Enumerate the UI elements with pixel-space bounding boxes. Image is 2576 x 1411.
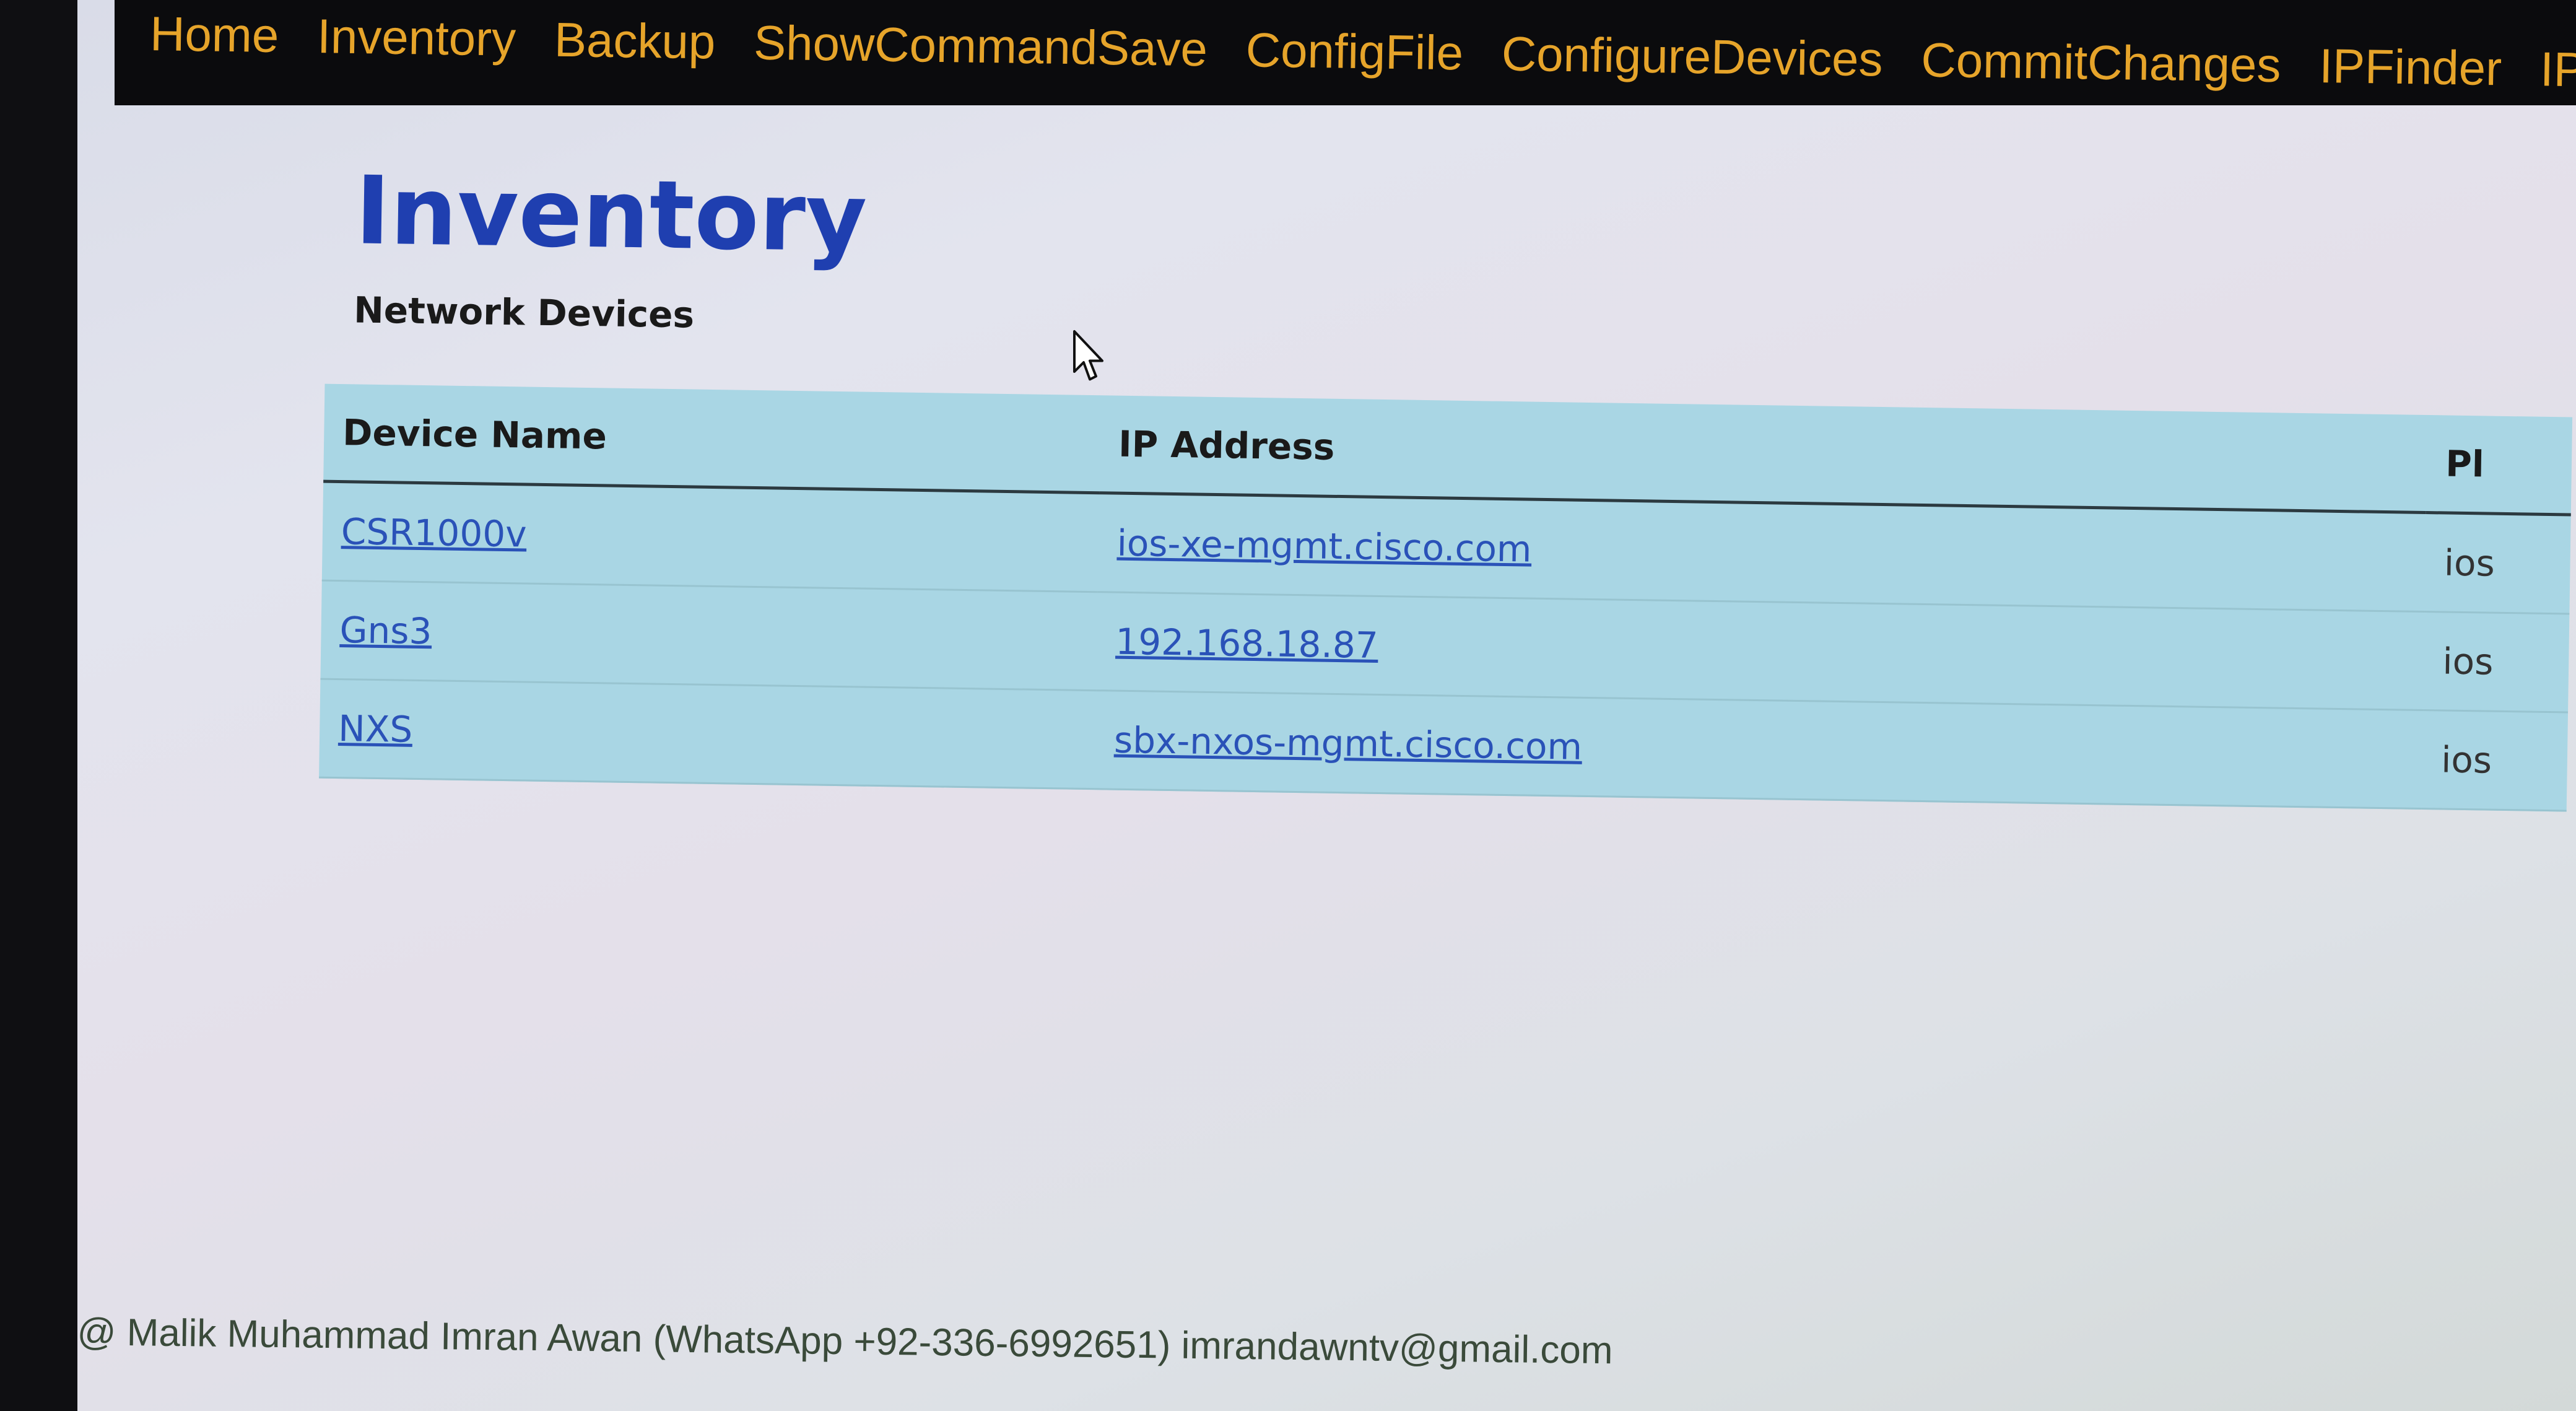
device-name-link[interactable]: Gns3: [339, 609, 432, 652]
nav-commitchanges[interactable]: CommitChanges: [1921, 28, 2281, 96]
platform-cell: ios: [2424, 512, 2571, 614]
ip-address-link[interactable]: 192.168.18.87: [1115, 621, 1378, 666]
platform-cell: ios: [2423, 611, 2570, 712]
nav-ipadd[interactable]: IPAdd: [2539, 38, 2576, 102]
platform-cell: ios: [2422, 710, 2569, 811]
device-name-cell: NXS: [319, 679, 1097, 789]
ip-address-cell: ios-xe-mgmt.cisco.com: [1097, 492, 2427, 612]
ip-address-link[interactable]: sbx-nxos-mgmt.cisco.com: [1114, 719, 1583, 768]
nav-menu: Home Inventory Backup ShowCommandSave Co…: [150, 2, 2576, 102]
nav-configfile[interactable]: ConfigFile: [1245, 19, 1464, 84]
nav-ipfinder[interactable]: IPFinder: [2319, 35, 2502, 99]
nav-home[interactable]: Home: [150, 2, 280, 66]
nav-showcommandsave[interactable]: ShowCommandSave: [754, 11, 1208, 80]
device-name-cell: CSR1000v: [321, 481, 1099, 592]
nav-configuredevices[interactable]: ConfigureDevices: [1501, 22, 1883, 90]
device-table: Device Name IP Address Pl CSR1000v ios-x…: [319, 383, 2573, 812]
ip-address-cell: sbx-nxos-mgmt.cisco.com: [1094, 690, 2424, 809]
column-header-ip-address: IP Address: [1099, 395, 2428, 513]
footer-credit: @ Malik Muhammad Imran Awan (WhatsApp +9…: [77, 1311, 1613, 1373]
column-header-platform: Pl: [2426, 415, 2573, 515]
nav-inventory[interactable]: Inventory: [317, 5, 516, 70]
device-name-cell: Gns3: [320, 580, 1098, 691]
ip-address-cell: 192.168.18.87: [1096, 592, 2425, 710]
page-subtitle: Network Devices: [353, 289, 695, 336]
top-navbar: Home Inventory Backup ShowCommandSave Co…: [115, 0, 2576, 105]
column-header-device-name: Device Name: [323, 383, 1101, 493]
nav-backup[interactable]: Backup: [554, 9, 716, 73]
main-content: Inventory Network Devices Device Name IP…: [319, 155, 2576, 812]
page-title: Inventory: [354, 155, 868, 273]
ip-address-link[interactable]: ios-xe-mgmt.cisco.com: [1116, 522, 1532, 570]
browser-viewport: Home Inventory Backup ShowCommandSave Co…: [77, 0, 2576, 1411]
mouse-pointer-icon: [1073, 330, 1103, 381]
device-name-link[interactable]: NXS: [338, 707, 413, 751]
device-name-link[interactable]: CSR1000v: [341, 510, 527, 555]
